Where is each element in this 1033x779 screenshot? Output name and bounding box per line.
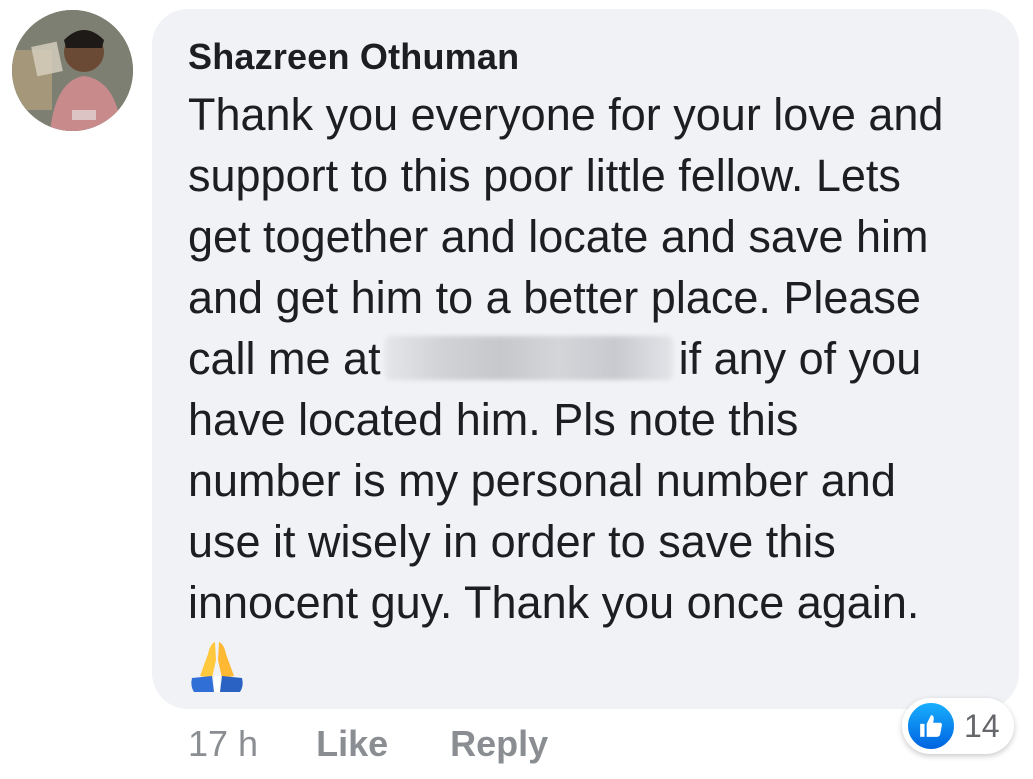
- avatar[interactable]: [12, 10, 133, 131]
- comment-line: have located him. Pls note this: [188, 394, 799, 445]
- like-button[interactable]: Like: [316, 723, 388, 765]
- comment-line: innocent guy. Thank you once again.: [188, 577, 920, 628]
- comment-text-fragment: if any of you: [678, 333, 922, 384]
- comment-text: Thank you everyone for your love and sup…: [188, 84, 1008, 633]
- redacted-phone-number: [384, 336, 673, 380]
- comment-line: support to this poor little fellow. Lets: [188, 150, 901, 201]
- comment-timestamp[interactable]: 17 h: [188, 723, 258, 765]
- comment-author[interactable]: Shazreen Othuman: [188, 36, 519, 78]
- like-icon: [906, 701, 956, 751]
- comment-actions: 17 h Like Reply: [188, 716, 610, 772]
- comment: Shazreen Othuman Thank you everyone for …: [0, 0, 1033, 779]
- reply-button[interactable]: Reply: [450, 723, 548, 765]
- reaction-count: 14: [964, 707, 1000, 744]
- comment-line: and get him to a better place. Please: [188, 272, 921, 323]
- comment-line-with-redaction: call me at if any of you: [188, 328, 1008, 389]
- comment-line: use it wisely in order to save this: [188, 516, 836, 567]
- comment-text-fragment: call me at: [188, 333, 381, 384]
- folded-hands-emoji-icon: [188, 638, 246, 696]
- comment-line: Thank you everyone for your love and: [188, 89, 944, 140]
- reactions-summary[interactable]: 14: [902, 698, 1014, 754]
- comment-line: number is my personal number and: [188, 455, 896, 506]
- comment-line: get together and locate and save him: [188, 211, 929, 262]
- avatar-photo: [12, 10, 133, 131]
